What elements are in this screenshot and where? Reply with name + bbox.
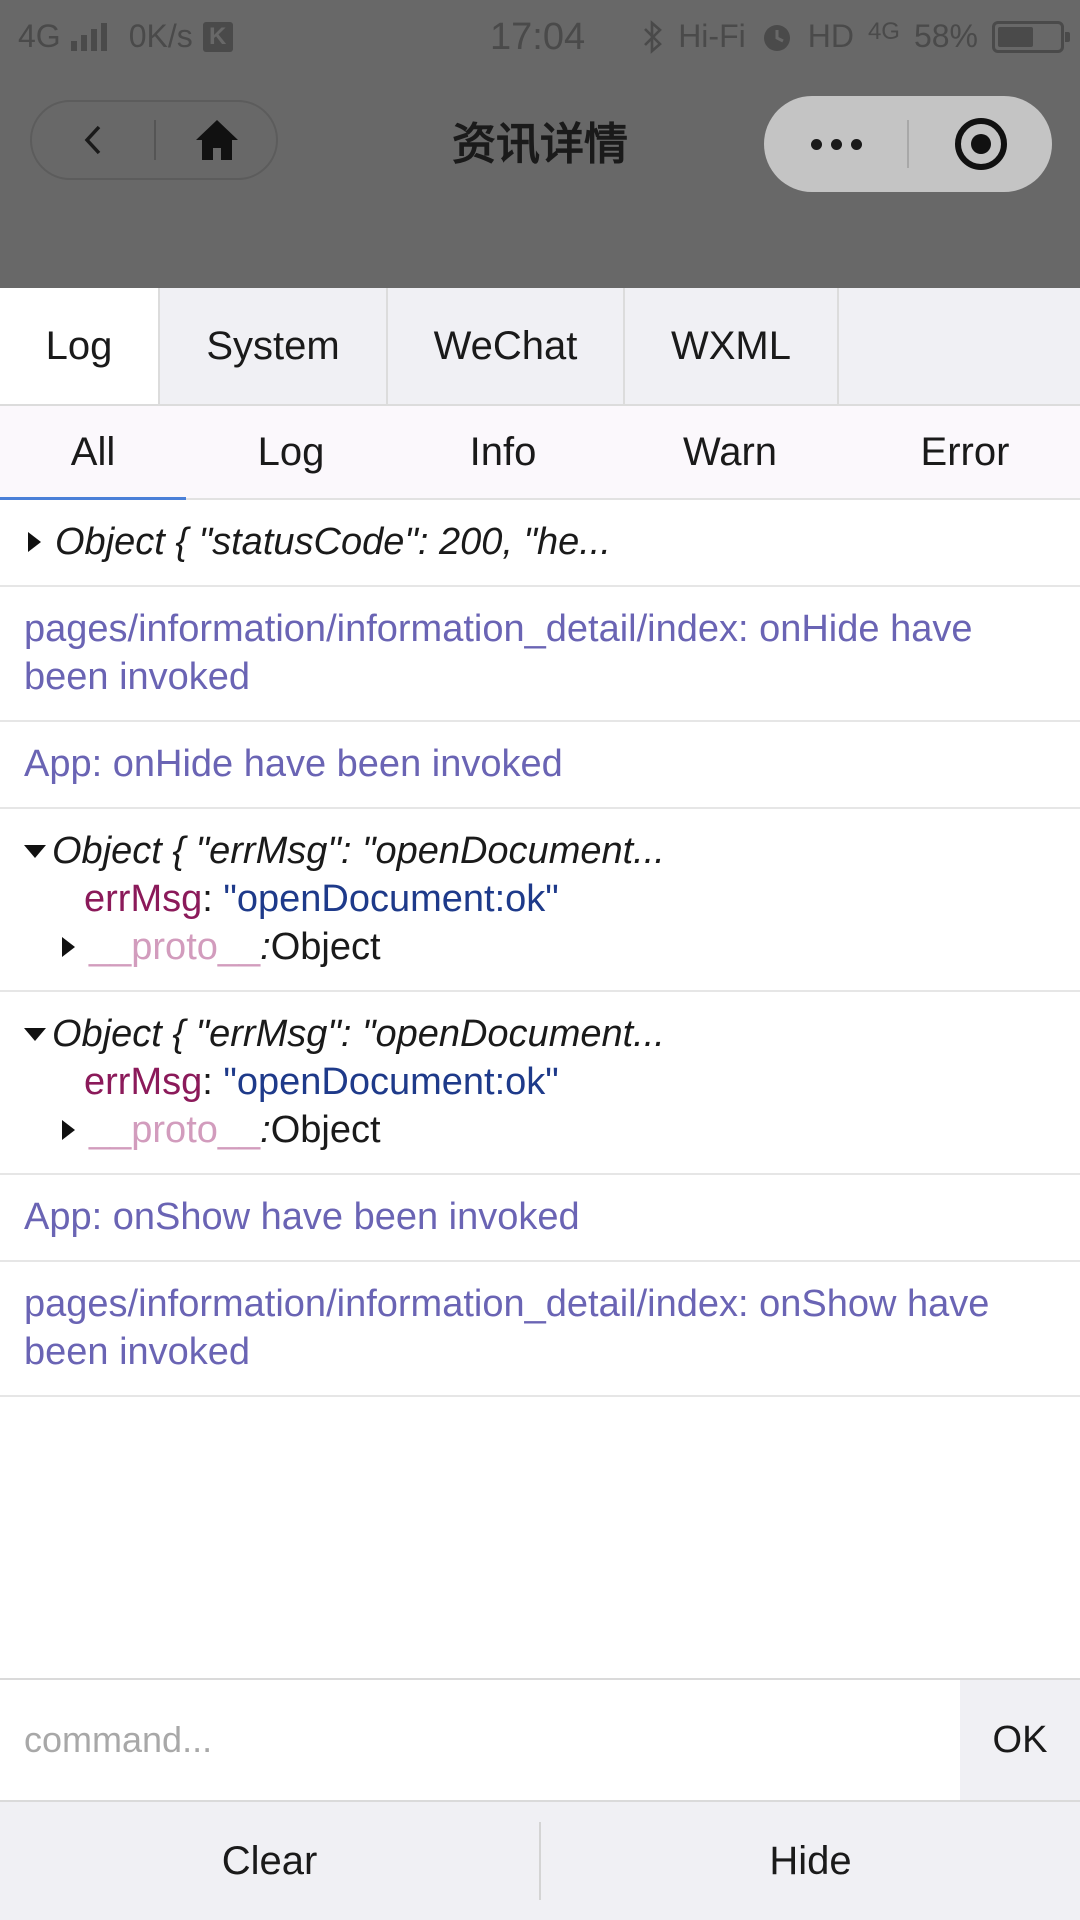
filter-tabs: All Log Info Warn Error [0, 406, 1080, 500]
battery-percent: 58% [913, 18, 978, 54]
alarm-icon [763, 24, 790, 51]
battery-icon [992, 20, 1070, 53]
nav-capsule [30, 100, 278, 180]
signal-icon [70, 22, 107, 51]
filter-tab-info[interactable]: Info [396, 406, 610, 498]
home-button[interactable] [156, 102, 278, 178]
expand-caret-icon[interactable] [62, 937, 75, 957]
property-value: "openDocument:ok" [223, 1061, 559, 1103]
command-bar: OK [0, 1678, 1080, 1802]
property-value: "openDocument:ok" [223, 878, 559, 920]
collapse-caret-icon[interactable] [24, 1027, 46, 1041]
hd-network-label: 4G [867, 17, 900, 45]
ok-button[interactable]: OK [960, 1680, 1080, 1800]
tab-wechat[interactable]: WeChat [388, 288, 625, 404]
log-entry-message: pages/information/information_detail/ind… [0, 1262, 1080, 1397]
hd-label: HD [807, 18, 854, 54]
command-input[interactable] [0, 1680, 960, 1800]
log-entry-message: App: onShow have been invoked [0, 1175, 1080, 1262]
tab-log[interactable]: Log [0, 288, 160, 404]
clear-button[interactable]: Clear [0, 1802, 539, 1920]
expand-caret-icon[interactable] [28, 532, 41, 552]
property-key: errMsg [84, 878, 203, 920]
object-summary: Object { "errMsg": "openDocument... [52, 830, 665, 872]
proto-separator: : [260, 926, 271, 968]
filter-tab-all[interactable]: All [0, 406, 186, 500]
proto-key: __proto__ [89, 1109, 261, 1151]
proto-value: Object [270, 926, 381, 968]
filter-tab-log[interactable]: Log [186, 406, 396, 498]
bottom-bar: Clear Hide [0, 1802, 1080, 1920]
tab-wxml[interactable]: WXML [625, 288, 839, 404]
object-summary-line[interactable]: Object { "errMsg": "openDocument... [24, 827, 1056, 875]
close-miniprogram-button[interactable] [909, 96, 1052, 192]
proto-value: Object [270, 1109, 381, 1151]
object-property: errMsg: "openDocument:ok" [24, 1058, 1056, 1106]
expand-caret-icon[interactable] [62, 1120, 75, 1140]
object-proto[interactable]: __proto__: Object [24, 923, 1056, 971]
chevron-left-icon [84, 125, 101, 155]
object-proto[interactable]: __proto__: Object [24, 1106, 1056, 1154]
status-bar: 4G 0K/s K 17:04 Hi-Fi HD 4G 58% [0, 0, 1080, 72]
hifi-label: Hi-Fi [678, 18, 746, 54]
object-summary: Object { "errMsg": "openDocument... [52, 1013, 665, 1055]
status-time: 17:04 [490, 16, 586, 58]
status-right: Hi-Fi HD 4G 58% [642, 17, 1070, 55]
log-entry-message: pages/information/information_detail/ind… [0, 587, 1080, 722]
property-key: errMsg [84, 1061, 203, 1103]
object-summary-line: Object { "statusCode": 200, "he... [24, 518, 1056, 566]
back-button[interactable] [32, 102, 154, 178]
object-summary-line[interactable]: Object { "errMsg": "openDocument... [24, 1010, 1056, 1058]
object-summary: Object { "statusCode": 200, "he... [55, 521, 611, 563]
hide-button[interactable]: Hide [541, 1802, 1080, 1920]
more-dots-icon [810, 138, 862, 150]
bluetooth-icon [644, 19, 663, 54]
log-entry-message: App: onHide have been invoked [0, 722, 1080, 809]
page-title: 资讯详情 [452, 120, 628, 169]
object-property: errMsg: "openDocument:ok" [24, 875, 1056, 923]
top-overlay: 4G 0K/s K 17:04 Hi-Fi HD 4G 58% 资讯详情 [0, 0, 1080, 288]
property-separator: : [202, 1061, 224, 1103]
status-left: 4G 0K/s K [18, 18, 233, 55]
proto-separator: : [260, 1109, 271, 1151]
network-speed: 0K/s [128, 18, 193, 54]
collapse-caret-icon[interactable] [24, 844, 46, 858]
more-button[interactable] [764, 96, 908, 192]
app-badge-icon: K [202, 21, 233, 52]
filter-tab-error[interactable]: Error [850, 406, 1080, 498]
network-type: 4G [18, 18, 61, 54]
filter-tab-warn[interactable]: Warn [610, 406, 850, 498]
tab-system[interactable]: System [160, 288, 388, 404]
log-entry-object-expanded: Object { "errMsg": "openDocument... errM… [0, 809, 1080, 992]
proto-key: __proto__ [89, 926, 261, 968]
log-entry-object-expanded: Object { "errMsg": "openDocument... errM… [0, 992, 1080, 1175]
home-icon [196, 120, 238, 160]
log-entry-object-collapsed[interactable]: Object { "statusCode": 200, "he... [0, 500, 1080, 587]
close-target-icon [954, 118, 1007, 170]
menu-capsule [764, 96, 1052, 192]
log-list: Object { "statusCode": 200, "he... pages… [0, 500, 1080, 1397]
main-tabs: Log System WeChat WXML [0, 288, 1080, 406]
property-separator: : [202, 878, 224, 920]
